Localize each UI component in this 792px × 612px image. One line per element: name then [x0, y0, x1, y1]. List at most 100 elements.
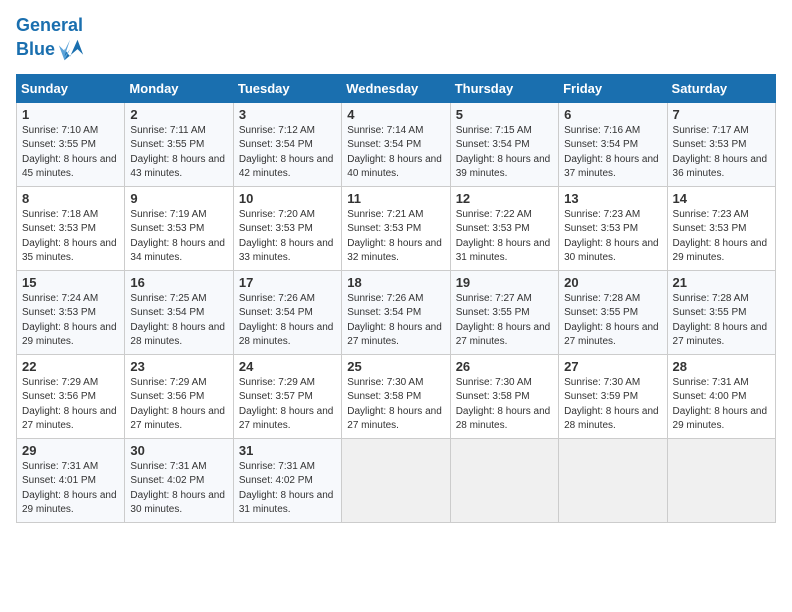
day-number: 5 — [456, 107, 553, 122]
day-info: Sunrise: 7:16 AMSunset: 3:54 PMDaylight:… — [564, 125, 659, 180]
day-number: 15 — [22, 275, 119, 290]
day-info: Sunrise: 7:23 AMSunset: 3:53 PMDaylight:… — [564, 209, 659, 264]
day-number: 7 — [673, 107, 770, 122]
calendar-cell: 18 Sunrise: 7:26 AMSunset: 3:54 PMDaylig… — [342, 270, 450, 354]
calendar-cell: 3 Sunrise: 7:12 AMSunset: 3:54 PMDayligh… — [233, 102, 341, 186]
day-number: 3 — [239, 107, 336, 122]
day-number: 6 — [564, 107, 661, 122]
calendar-body: 1 Sunrise: 7:10 AMSunset: 3:55 PMDayligh… — [17, 102, 776, 522]
calendar-cell: 11 Sunrise: 7:21 AMSunset: 3:53 PMDaylig… — [342, 186, 450, 270]
day-number: 9 — [130, 191, 227, 206]
day-number: 13 — [564, 191, 661, 206]
day-info: Sunrise: 7:26 AMSunset: 3:54 PMDaylight:… — [347, 293, 442, 348]
day-number: 10 — [239, 191, 336, 206]
day-info: Sunrise: 7:29 AMSunset: 3:56 PMDaylight:… — [22, 377, 117, 432]
calendar-cell: 17 Sunrise: 7:26 AMSunset: 3:54 PMDaylig… — [233, 270, 341, 354]
calendar-cell: 1 Sunrise: 7:10 AMSunset: 3:55 PMDayligh… — [17, 102, 125, 186]
calendar-cell — [342, 438, 450, 522]
calendar-cell: 31 Sunrise: 7:31 AMSunset: 4:02 PMDaylig… — [233, 438, 341, 522]
day-info: Sunrise: 7:30 AMSunset: 3:58 PMDaylight:… — [347, 377, 442, 432]
day-info: Sunrise: 7:11 AMSunset: 3:55 PMDaylight:… — [130, 125, 225, 180]
day-number: 23 — [130, 359, 227, 374]
calendar-cell: 14 Sunrise: 7:23 AMSunset: 3:53 PMDaylig… — [667, 186, 775, 270]
calendar-cell: 23 Sunrise: 7:29 AMSunset: 3:56 PMDaylig… — [125, 354, 233, 438]
day-info: Sunrise: 7:31 AMSunset: 4:00 PMDaylight:… — [673, 377, 768, 432]
calendar-cell: 6 Sunrise: 7:16 AMSunset: 3:54 PMDayligh… — [559, 102, 667, 186]
logo-icon — [57, 36, 85, 64]
day-info: Sunrise: 7:21 AMSunset: 3:53 PMDaylight:… — [347, 209, 442, 264]
logo: General Blue — [16, 16, 85, 64]
calendar-cell: 21 Sunrise: 7:28 AMSunset: 3:55 PMDaylig… — [667, 270, 775, 354]
weekday-header-cell: Saturday — [667, 74, 775, 102]
day-number: 16 — [130, 275, 227, 290]
weekday-header-cell: Thursday — [450, 74, 558, 102]
calendar-cell: 16 Sunrise: 7:25 AMSunset: 3:54 PMDaylig… — [125, 270, 233, 354]
calendar-cell: 5 Sunrise: 7:15 AMSunset: 3:54 PMDayligh… — [450, 102, 558, 186]
calendar-cell: 24 Sunrise: 7:29 AMSunset: 3:57 PMDaylig… — [233, 354, 341, 438]
day-number: 2 — [130, 107, 227, 122]
page-header: General Blue — [16, 16, 776, 64]
day-info: Sunrise: 7:25 AMSunset: 3:54 PMDaylight:… — [130, 293, 225, 348]
day-info: Sunrise: 7:22 AMSunset: 3:53 PMDaylight:… — [456, 209, 551, 264]
calendar-cell: 8 Sunrise: 7:18 AMSunset: 3:53 PMDayligh… — [17, 186, 125, 270]
day-number: 21 — [673, 275, 770, 290]
calendar-cell — [559, 438, 667, 522]
calendar-cell: 20 Sunrise: 7:28 AMSunset: 3:55 PMDaylig… — [559, 270, 667, 354]
calendar-week-row: 15 Sunrise: 7:24 AMSunset: 3:53 PMDaylig… — [17, 270, 776, 354]
day-info: Sunrise: 7:29 AMSunset: 3:57 PMDaylight:… — [239, 377, 334, 432]
day-info: Sunrise: 7:14 AMSunset: 3:54 PMDaylight:… — [347, 125, 442, 180]
calendar-cell: 13 Sunrise: 7:23 AMSunset: 3:53 PMDaylig… — [559, 186, 667, 270]
calendar-cell: 27 Sunrise: 7:30 AMSunset: 3:59 PMDaylig… — [559, 354, 667, 438]
day-number: 17 — [239, 275, 336, 290]
calendar-cell: 30 Sunrise: 7:31 AMSunset: 4:02 PMDaylig… — [125, 438, 233, 522]
day-number: 27 — [564, 359, 661, 374]
day-info: Sunrise: 7:17 AMSunset: 3:53 PMDaylight:… — [673, 125, 768, 180]
calendar-cell: 10 Sunrise: 7:20 AMSunset: 3:53 PMDaylig… — [233, 186, 341, 270]
day-number: 31 — [239, 443, 336, 458]
day-info: Sunrise: 7:29 AMSunset: 3:56 PMDaylight:… — [130, 377, 225, 432]
day-info: Sunrise: 7:18 AMSunset: 3:53 PMDaylight:… — [22, 209, 117, 264]
calendar-cell — [450, 438, 558, 522]
day-number: 1 — [22, 107, 119, 122]
day-number: 28 — [673, 359, 770, 374]
day-info: Sunrise: 7:12 AMSunset: 3:54 PMDaylight:… — [239, 125, 334, 180]
calendar-cell: 2 Sunrise: 7:11 AMSunset: 3:55 PMDayligh… — [125, 102, 233, 186]
day-info: Sunrise: 7:24 AMSunset: 3:53 PMDaylight:… — [22, 293, 117, 348]
calendar-table: SundayMondayTuesdayWednesdayThursdayFrid… — [16, 74, 776, 523]
day-info: Sunrise: 7:31 AMSunset: 4:02 PMDaylight:… — [239, 461, 334, 516]
calendar-cell: 25 Sunrise: 7:30 AMSunset: 3:58 PMDaylig… — [342, 354, 450, 438]
day-info: Sunrise: 7:31 AMSunset: 4:02 PMDaylight:… — [130, 461, 225, 516]
weekday-header-row: SundayMondayTuesdayWednesdayThursdayFrid… — [17, 74, 776, 102]
weekday-header-cell: Tuesday — [233, 74, 341, 102]
day-number: 20 — [564, 275, 661, 290]
day-info: Sunrise: 7:28 AMSunset: 3:55 PMDaylight:… — [564, 293, 659, 348]
calendar-cell: 12 Sunrise: 7:22 AMSunset: 3:53 PMDaylig… — [450, 186, 558, 270]
day-info: Sunrise: 7:30 AMSunset: 3:58 PMDaylight:… — [456, 377, 551, 432]
calendar-cell: 9 Sunrise: 7:19 AMSunset: 3:53 PMDayligh… — [125, 186, 233, 270]
logo-blue: Blue — [16, 39, 55, 59]
calendar-week-row: 1 Sunrise: 7:10 AMSunset: 3:55 PMDayligh… — [17, 102, 776, 186]
weekday-header-cell: Monday — [125, 74, 233, 102]
calendar-week-row: 22 Sunrise: 7:29 AMSunset: 3:56 PMDaylig… — [17, 354, 776, 438]
day-info: Sunrise: 7:27 AMSunset: 3:55 PMDaylight:… — [456, 293, 551, 348]
day-number: 26 — [456, 359, 553, 374]
day-number: 8 — [22, 191, 119, 206]
day-number: 19 — [456, 275, 553, 290]
day-number: 29 — [22, 443, 119, 458]
day-info: Sunrise: 7:19 AMSunset: 3:53 PMDaylight:… — [130, 209, 225, 264]
day-number: 4 — [347, 107, 444, 122]
day-number: 30 — [130, 443, 227, 458]
day-number: 24 — [239, 359, 336, 374]
day-number: 11 — [347, 191, 444, 206]
calendar-cell: 22 Sunrise: 7:29 AMSunset: 3:56 PMDaylig… — [17, 354, 125, 438]
day-info: Sunrise: 7:15 AMSunset: 3:54 PMDaylight:… — [456, 125, 551, 180]
calendar-cell: 29 Sunrise: 7:31 AMSunset: 4:01 PMDaylig… — [17, 438, 125, 522]
weekday-header-cell: Friday — [559, 74, 667, 102]
weekday-header-cell: Sunday — [17, 74, 125, 102]
logo-general: General — [16, 15, 83, 35]
day-number: 14 — [673, 191, 770, 206]
calendar-cell: 4 Sunrise: 7:14 AMSunset: 3:54 PMDayligh… — [342, 102, 450, 186]
day-number: 22 — [22, 359, 119, 374]
calendar-cell: 15 Sunrise: 7:24 AMSunset: 3:53 PMDaylig… — [17, 270, 125, 354]
day-number: 18 — [347, 275, 444, 290]
